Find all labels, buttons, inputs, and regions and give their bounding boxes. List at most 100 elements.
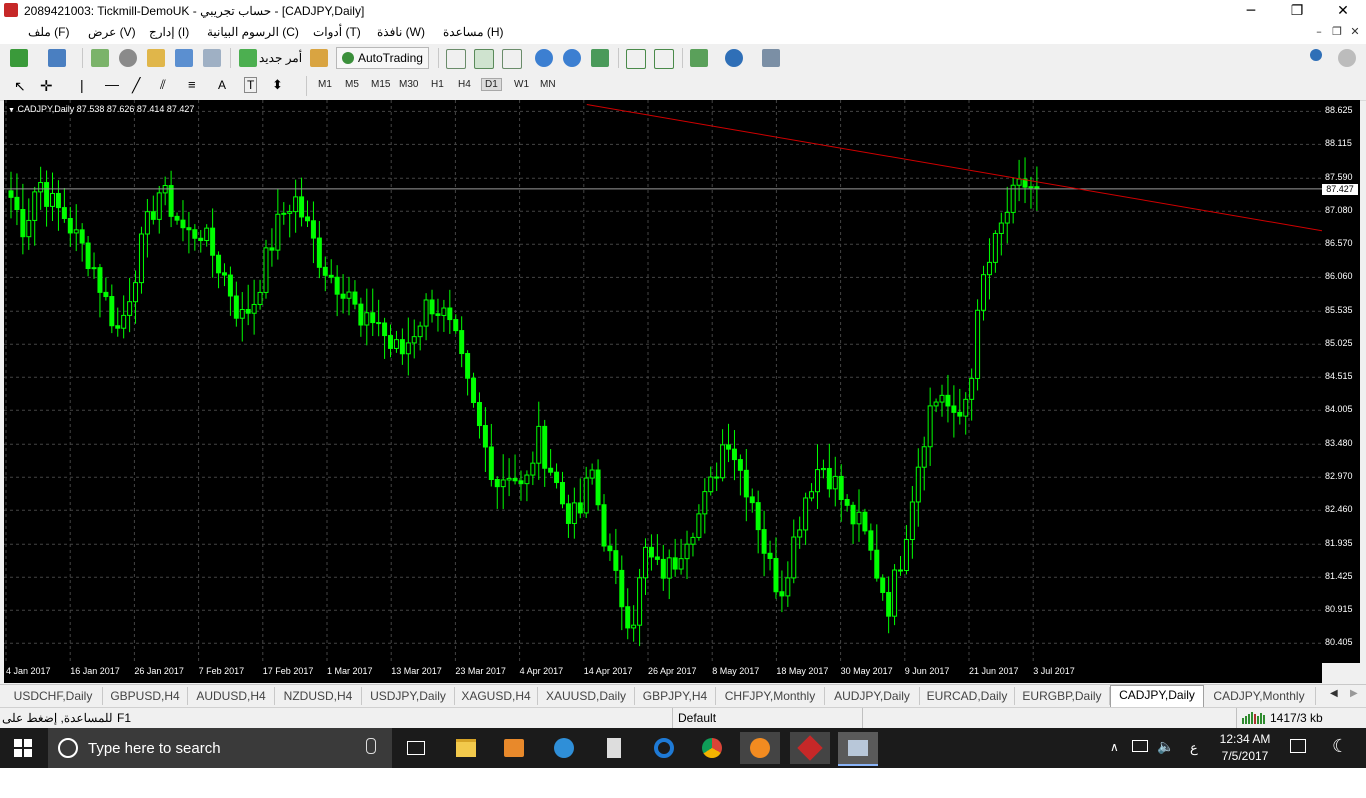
search-icon[interactable] [1310, 49, 1322, 61]
tab-eurcad-daily[interactable]: EURCAD,Daily [920, 687, 1015, 705]
market-watch-icon[interactable] [91, 49, 109, 67]
candlestick-chart-icon[interactable] [474, 49, 494, 69]
minimize-button[interactable]: ─ [1228, 0, 1274, 22]
mdi-minimize-button[interactable]: – [1310, 25, 1328, 41]
date-axis: 4 Jan 2017 16 Jan 2017 26 Jan 2017 7 Feb 20… [4, 663, 1322, 683]
tab-xagusd-h4[interactable]: XAGUSD,H4 [455, 687, 538, 705]
tab-nzdusd-h4[interactable]: NZDUSD,H4 [275, 687, 362, 705]
clock-time[interactable]: 12:34 AM [1212, 732, 1278, 746]
timeframe-d1[interactable]: D1 [481, 78, 502, 91]
autotrading-button[interactable]: AutoTrading [336, 47, 429, 69]
file-explorer-icon[interactable] [446, 732, 486, 764]
mdi-close-button[interactable]: ✕ [1346, 25, 1364, 41]
clock-date[interactable]: 7/5/2017 [1212, 749, 1278, 763]
input-language[interactable]: ع [1190, 740, 1198, 756]
new-order-button[interactable]: أمر جديد [259, 51, 302, 65]
profiles-icon[interactable] [48, 49, 66, 67]
timeframe-h1[interactable]: H1 [427, 78, 448, 91]
zoom-in-icon[interactable] [535, 49, 553, 67]
cursor-icon[interactable]: ↖ [14, 78, 26, 95]
crosshair-icon[interactable]: ✛ [40, 77, 53, 95]
zoom-out-icon[interactable] [563, 49, 581, 67]
taskbar-search-box[interactable]: Type here to search [48, 728, 392, 768]
data-window-icon[interactable] [119, 49, 137, 67]
fibonacci-icon[interactable]: ≡ [188, 77, 196, 92]
text-tool[interactable]: A [218, 78, 226, 92]
menu-tools[interactable]: أدوات (T) [313, 25, 361, 39]
tab-audjpy-daily[interactable]: AUDJPY,Daily [825, 687, 920, 705]
tab-scroll-right-icon[interactable]: ▶ [1350, 688, 1358, 699]
tab-xauusd-daily[interactable]: XAUUSD,Daily [538, 687, 635, 705]
tab-chfjpy-monthly[interactable]: CHFJPY,Monthly [716, 687, 825, 705]
edge-browser-icon[interactable] [644, 732, 684, 764]
restore-button[interactable]: ❐ [1274, 0, 1320, 22]
status-divider [1236, 708, 1237, 729]
chat-icon[interactable] [1338, 49, 1356, 67]
metatrader-active-window-icon[interactable] [838, 732, 878, 766]
timeframe-m1[interactable]: M1 [314, 78, 336, 91]
templates-icon[interactable] [762, 49, 780, 67]
price-chart[interactable] [4, 100, 1322, 663]
menu-view[interactable]: عرض (V) [88, 25, 136, 39]
navigator-icon[interactable] [147, 49, 165, 67]
media-player-icon[interactable] [494, 732, 534, 764]
equidistant-channel-icon[interactable]: ⫽ [160, 77, 166, 93]
show-hidden-icons-icon[interactable]: ∧ [1110, 740, 1119, 754]
new-order-icon[interactable] [239, 49, 257, 67]
bar-chart-icon[interactable] [446, 49, 466, 69]
date-tick-label: 23 Mar 2017 [455, 666, 506, 676]
tab-audusd-h4[interactable]: AUDUSD,H4 [188, 687, 275, 705]
menu-help[interactable]: مساعدة (H) [443, 25, 504, 39]
volume-icon[interactable]: 🔈 [1157, 738, 1174, 755]
tab-cadjpy-monthly[interactable]: CADJPY,Monthly [1203, 687, 1316, 705]
tab-gbpusd-h4[interactable]: GBPUSD,H4 [103, 687, 188, 705]
task-view-icon[interactable] [396, 732, 436, 764]
periods-clock-icon[interactable] [725, 49, 743, 67]
tile-windows-icon[interactable] [591, 49, 609, 67]
indicators-icon[interactable] [690, 49, 708, 67]
menu-charts[interactable]: الرسوم البيانية (C) [207, 25, 299, 39]
chart-shift-icon[interactable] [626, 49, 646, 69]
menu-insert[interactable]: إدارج (I) [149, 25, 189, 39]
timeframe-w1[interactable]: W1 [510, 78, 533, 91]
tab-gbpjpy-h4[interactable]: GBPJPY,H4 [635, 687, 716, 705]
metatrader-taskbar-icon[interactable] [790, 732, 830, 764]
timeframe-m30[interactable]: M30 [395, 78, 422, 91]
bull-candle [293, 196, 299, 213]
calculator-icon[interactable] [594, 732, 634, 764]
line-chart-icon[interactable] [502, 49, 522, 69]
mdi-restore-button[interactable]: ❐ [1328, 25, 1346, 41]
metaeditor-icon[interactable] [310, 49, 328, 67]
menu-file[interactable]: ملف (F) [28, 25, 69, 39]
text-label-icon[interactable]: T [244, 77, 258, 93]
action-center-icon[interactable] [1290, 739, 1306, 753]
bull-candle [287, 211, 293, 214]
horizontal-line-icon[interactable]: — [105, 76, 119, 92]
menu-window[interactable]: نافذة (W) [377, 25, 425, 39]
windows-start-icon[interactable] [14, 739, 32, 760]
tab-usdchf-daily[interactable]: USDCHF,Daily [4, 687, 103, 705]
timeframe-h4[interactable]: H4 [454, 78, 475, 91]
timeframe-mn[interactable]: MN [536, 78, 560, 91]
app-orange-icon[interactable] [740, 732, 780, 764]
terminal-icon[interactable] [175, 49, 193, 67]
photos-icon[interactable] [544, 732, 584, 764]
microphone-icon[interactable] [366, 738, 376, 754]
timeframe-m15[interactable]: M15 [367, 78, 394, 91]
bear-candle [79, 229, 85, 244]
chrome-browser-icon[interactable] [692, 732, 732, 764]
tab-eurgbp-daily[interactable]: EURGBP,Daily [1015, 687, 1110, 705]
tab-usdjpy-daily[interactable]: USDJPY,Daily [362, 687, 455, 705]
tab-scroll-left-icon[interactable]: ◀ [1330, 688, 1338, 699]
timeframe-m5[interactable]: M5 [341, 78, 363, 91]
tab-cadjpy-daily[interactable]: CADJPY,Daily [1110, 685, 1204, 707]
network-icon[interactable] [1132, 740, 1148, 752]
close-button[interactable]: ✕ [1320, 0, 1366, 22]
auto-scroll-icon[interactable] [654, 49, 674, 69]
night-light-icon[interactable]: ☾ [1332, 736, 1348, 757]
new-chart-icon[interactable] [10, 49, 28, 67]
arrows-icon[interactable]: ⬍ [272, 77, 283, 93]
trendline-icon[interactable]: ╱ [132, 77, 140, 94]
strategy-tester-icon[interactable] [203, 49, 221, 67]
vertical-line-icon[interactable]: | [80, 77, 84, 93]
